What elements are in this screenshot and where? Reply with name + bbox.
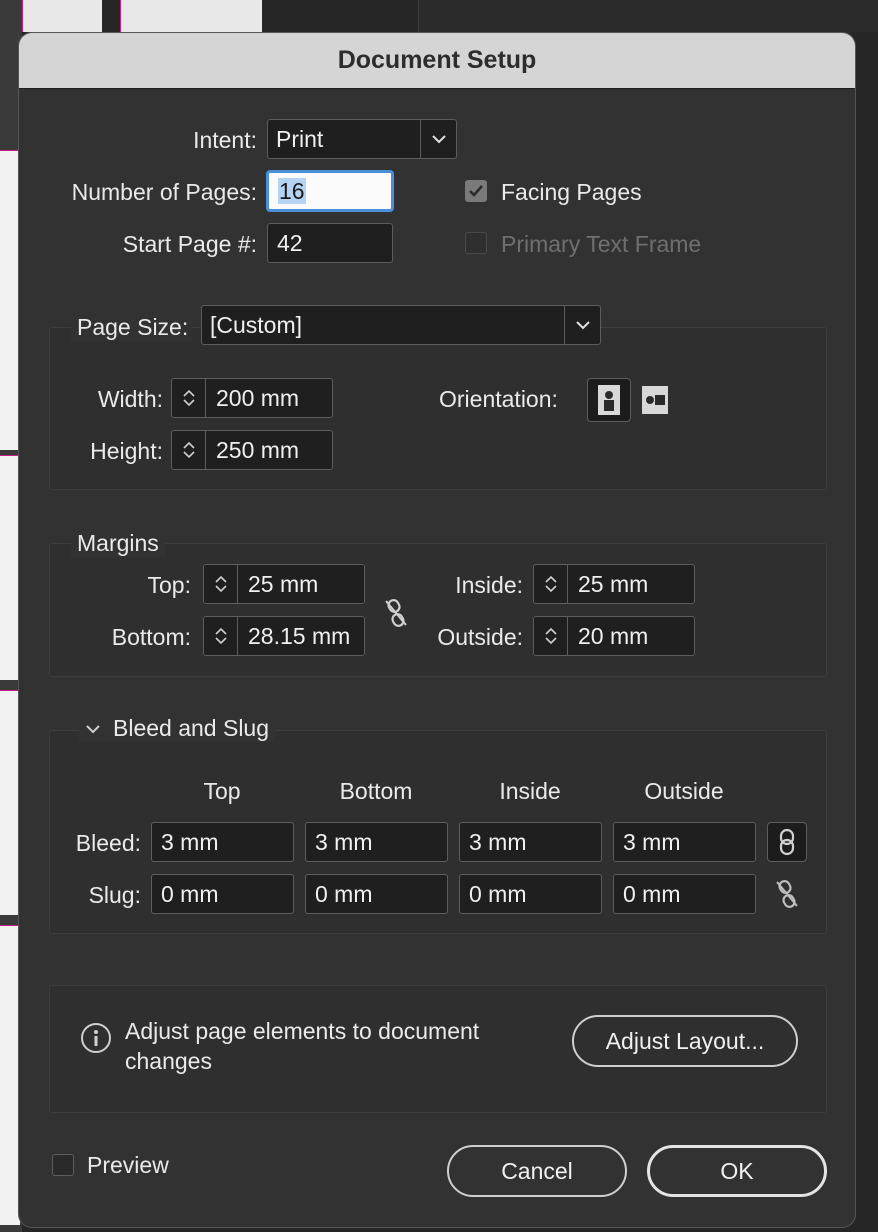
margin-inside-value: 25 mm [578,571,649,597]
bleed-top-input[interactable]: 3 mm [151,822,294,862]
height-label: Height: [90,438,163,464]
column-header-top: Top [203,778,241,804]
info-icon [79,1021,113,1055]
intent-select[interactable]: Print [267,119,457,159]
document-setup-dialog: Document Setup Intent: Print Number of P… [18,32,856,1228]
portrait-icon[interactable] [587,378,631,422]
primary-text-frame-checkbox[interactable] [465,232,487,254]
margin-inside-spinner[interactable]: 25 mm [533,564,695,604]
height-spinner[interactable]: 250 mm [171,430,333,470]
chevron-down-icon[interactable] [420,120,456,158]
height-stepper[interactable] [172,431,206,469]
preview-label: Preview [87,1152,169,1178]
ok-button[interactable]: OK [647,1145,827,1197]
margin-outside-label: Outside: [437,624,523,650]
width-stepper[interactable] [172,379,206,417]
margin-bottom-spinner[interactable]: 28.15 mm [203,616,365,656]
page-size-group [49,327,827,490]
page-thumbnail [120,0,262,32]
number-of-pages-value: 16 [278,178,306,204]
adjust-layout-button[interactable]: Adjust Layout... [572,1015,798,1067]
chevron-down-icon[interactable] [564,306,600,344]
page-thumbnail [22,0,102,32]
margin-top-stepper[interactable] [204,565,238,603]
bleed-bottom-input[interactable]: 3 mm [305,822,448,862]
margin-outside-value: 20 mm [578,623,649,649]
unlink-chain-icon[interactable] [771,876,803,912]
landscape-icon[interactable] [635,380,675,420]
slug-label: Slug: [88,882,141,908]
width-value: 200 mm [216,385,300,411]
disclosure-triangle-icon[interactable] [85,724,101,734]
dialog-titlebar[interactable]: Document Setup [19,33,855,89]
intent-value: Print [276,126,324,152]
checkmark-icon [469,185,483,197]
dialog-title: Document Setup [337,46,537,74]
slug-top-input[interactable]: 0 mm [151,874,294,914]
page-thumbnail [0,455,20,680]
margin-outside-stepper[interactable] [534,617,568,655]
column-header-inside: Inside [499,778,561,804]
margin-inside-label: Inside: [455,572,523,598]
bleed-slug-header[interactable]: Bleed and Slug [79,715,276,742]
intent-label: Intent: [193,127,257,153]
cancel-button[interactable]: Cancel [447,1145,627,1197]
slug-outside-input[interactable]: 0 mm [613,874,756,914]
slug-bottom-input[interactable]: 0 mm [305,874,448,914]
margin-outside-spinner[interactable]: 20 mm [533,616,695,656]
adjust-message: Adjust page elements to document changes [125,1018,480,1074]
start-page-input[interactable]: 42 [267,223,393,263]
background-panel [418,0,878,32]
margin-bottom-value: 28.15 mm [248,623,351,649]
number-of-pages-label: Number of Pages: [71,179,257,205]
width-label: Width: [97,386,163,412]
margin-inside-stepper[interactable] [534,565,568,603]
column-header-bottom: Bottom [339,778,413,804]
margins-group [49,543,827,677]
link-chain-icon[interactable] [767,822,807,862]
page-size-value: [Custom] [210,312,303,338]
margin-top-label: Top: [147,572,191,598]
margin-top-value: 25 mm [248,571,319,597]
page-size-select[interactable]: [Custom] [201,305,601,345]
page-thumbnail [0,690,20,915]
bleed-outside-input[interactable]: 3 mm [613,822,756,862]
bleed-slug-title: Bleed and Slug [113,715,270,741]
page-thumbnail [0,925,20,1225]
width-spinner[interactable]: 200 mm [171,378,333,418]
column-header-outside: Outside [644,778,724,804]
primary-text-frame-label: Primary Text Frame [501,231,702,257]
orientation-label: Orientation: [439,386,558,412]
start-page-label: Start Page #: [122,231,257,257]
bleed-label: Bleed: [75,830,141,856]
margin-bottom-stepper[interactable] [204,617,238,655]
bleed-inside-input[interactable]: 3 mm [459,822,602,862]
height-value: 250 mm [216,437,300,463]
preview-checkbox[interactable] [52,1154,74,1176]
number-of-pages-input[interactable]: 16 [267,171,393,211]
margins-title: Margins [71,530,165,557]
margin-top-spinner[interactable]: 25 mm [203,564,365,604]
facing-pages-label: Facing Pages [501,179,642,205]
page-thumbnail [0,150,20,450]
slug-inside-input[interactable]: 0 mm [459,874,602,914]
page-size-label: Page Size: [71,314,193,341]
margin-bottom-label: Bottom: [111,624,191,650]
facing-pages-checkbox[interactable] [465,180,487,202]
